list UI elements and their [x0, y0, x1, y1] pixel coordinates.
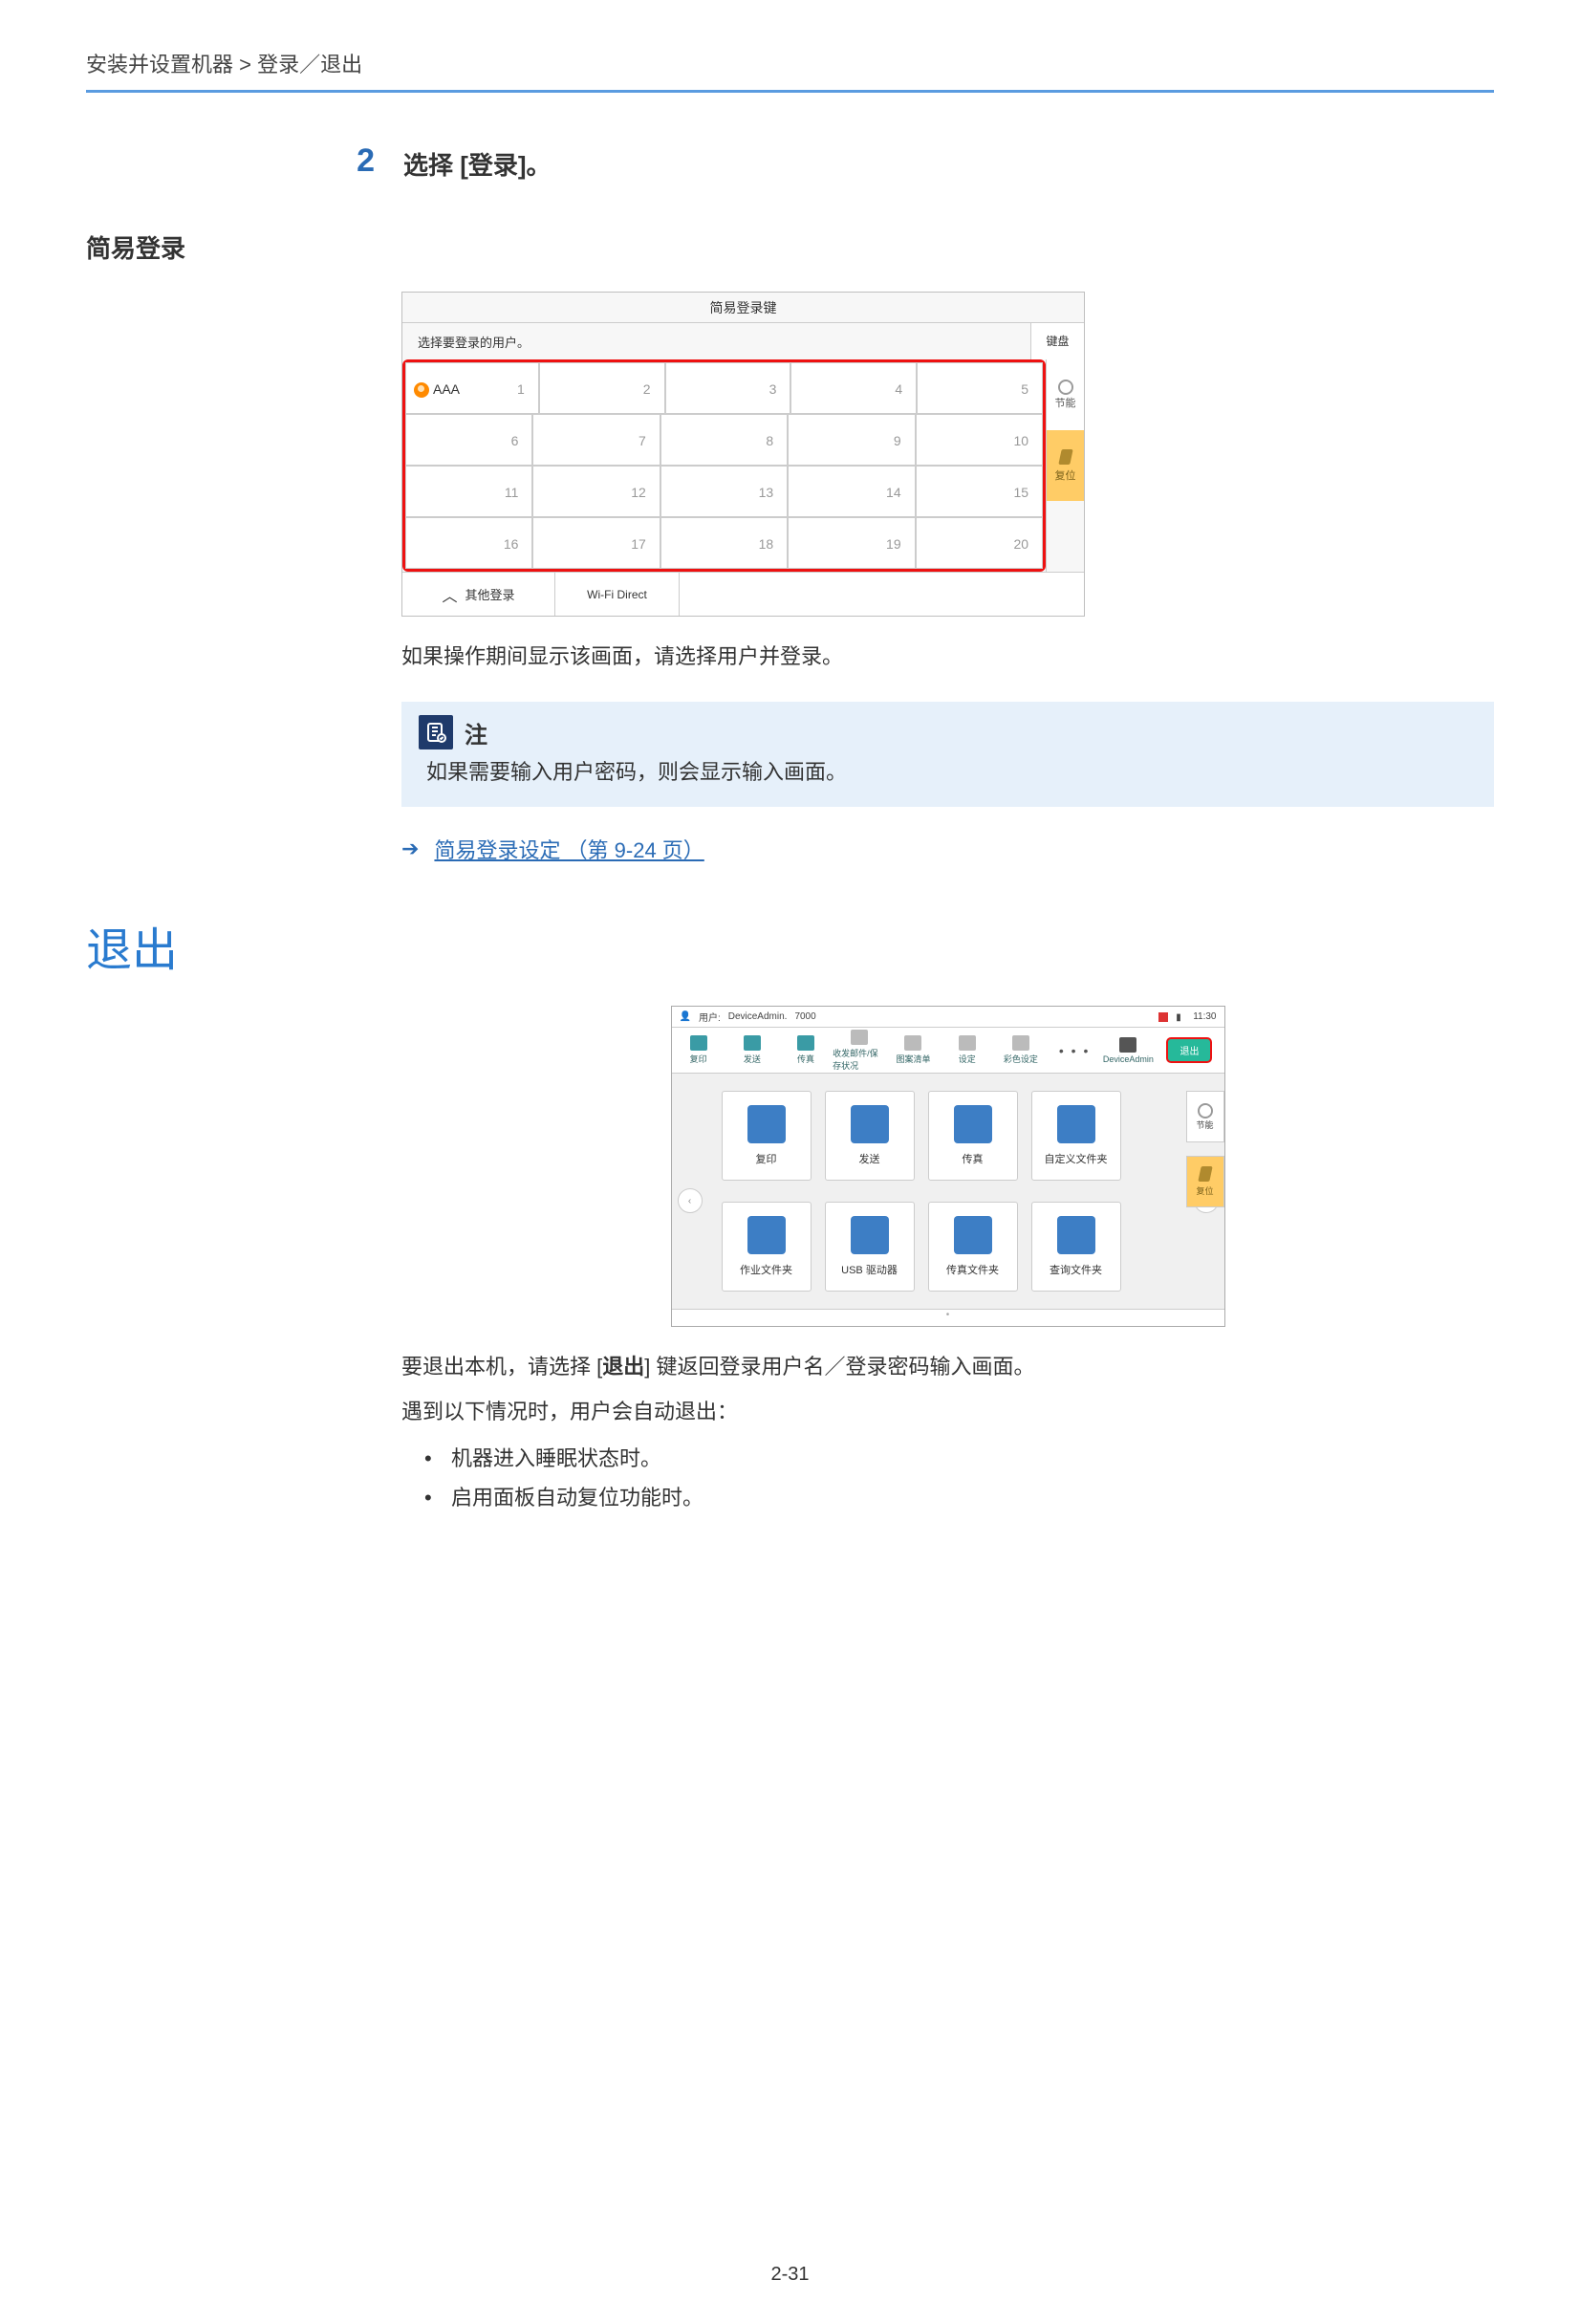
after-panel-text: 如果操作期间显示该画面，请选择用户并登录。	[401, 640, 1494, 673]
moon-icon	[1058, 380, 1073, 395]
arrow-right-icon: ➔	[401, 836, 419, 861]
user-20[interactable]: 20	[916, 517, 1043, 569]
nav-prev[interactable]: ‹	[678, 1188, 703, 1213]
user-19[interactable]: 19	[788, 517, 915, 569]
user-9[interactable]: 9	[788, 414, 915, 466]
user-14[interactable]: 14	[788, 466, 915, 517]
app-fax-box[interactable]: 传真文件夹	[928, 1202, 1018, 1292]
app-send[interactable]: 发送	[825, 1091, 915, 1181]
copy-icon	[747, 1105, 786, 1143]
note-icon	[419, 715, 453, 749]
user-11[interactable]: 11	[405, 466, 532, 517]
user-name: DeviceAdmin.	[728, 1011, 788, 1022]
logout-paragraph-1: 要退出本机，请选择 [退出] 键返回登录用户名／登录密码输入画面。	[401, 1350, 1494, 1383]
note-label: 注	[465, 716, 487, 749]
fax-icon	[954, 1105, 992, 1143]
bullet-1: 机器进入睡眠状态时。	[424, 1439, 1494, 1479]
poll-box-icon	[1057, 1216, 1095, 1254]
simple-login-heading: 简易登录	[86, 229, 1494, 265]
user-icon: 👤	[680, 1011, 691, 1022]
send-icon	[851, 1105, 889, 1143]
tool-more[interactable]: • • •	[1048, 1028, 1101, 1073]
bullet-2: 启用面板自动复位功能时。	[424, 1478, 1494, 1518]
logout-paragraph-2: 遇到以下情况时，用户会自动退出：	[401, 1395, 1494, 1428]
user-8[interactable]: 8	[660, 414, 788, 466]
bars-icon: ▮	[1176, 1012, 1185, 1022]
user-icon	[414, 382, 429, 398]
step-number: 2	[306, 142, 375, 182]
tool-send[interactable]: 发送	[725, 1028, 779, 1073]
app-copy[interactable]: 复印	[722, 1091, 812, 1181]
tool-admin[interactable]: DeviceAdmin	[1101, 1028, 1155, 1073]
tool-status[interactable]: 收发邮件/保存状况	[833, 1028, 886, 1073]
tool-settings[interactable]: 设定	[941, 1028, 994, 1073]
user-6[interactable]: 6	[405, 414, 532, 466]
breadcrumb: 安装并设置机器 > 登录／退出	[86, 48, 1494, 93]
home-panel: 👤 用户: DeviceAdmin. 7000 ▮ 11:30 复印 发送 传真…	[671, 1006, 1225, 1327]
folder-icon	[1057, 1105, 1095, 1143]
reset-icon	[1198, 1166, 1212, 1182]
toolbar: 复印 发送 传真 收发邮件/保存状况 图案清单 设定 彩色设定 • • • De…	[672, 1028, 1224, 1074]
user-7[interactable]: 7	[532, 414, 660, 466]
app-custom-box[interactable]: 自定义文件夹	[1031, 1091, 1121, 1181]
select-user-label: 选择要登录的用户。	[402, 333, 1030, 351]
usb-icon	[851, 1216, 889, 1254]
panel-title: 简易登录键	[402, 293, 1084, 323]
tool-copy[interactable]: 复印	[672, 1028, 725, 1073]
user-10[interactable]: 10	[916, 414, 1043, 466]
user-3[interactable]: 3	[665, 362, 791, 414]
counter: 7000	[794, 1011, 815, 1022]
chevron-up-icon: ︿	[442, 583, 457, 606]
user-16[interactable]: 16	[405, 517, 532, 569]
logout-heading: 退出	[86, 912, 1494, 979]
user-18[interactable]: 18	[660, 517, 788, 569]
app-job-box[interactable]: 作业文件夹	[722, 1202, 812, 1292]
app-poll-box[interactable]: 查询文件夹	[1031, 1202, 1121, 1292]
wifi-direct-button[interactable]: Wi-Fi Direct	[555, 573, 680, 616]
step-text: 选择 [登录]。	[403, 146, 552, 182]
fax-box-icon	[954, 1216, 992, 1254]
energy-saver-button-2[interactable]: 节能	[1186, 1091, 1224, 1142]
note-text: 如果需要输入用户密码，则会显示输入画面。	[419, 755, 1477, 786]
logout-bullets: 机器进入睡眠状态时。 启用面板自动复位功能时。	[401, 1439, 1494, 1519]
note-box: 注 如果需要输入用户密码，则会显示输入画面。	[401, 702, 1494, 807]
app-fax[interactable]: 传真	[928, 1091, 1018, 1181]
stop-icon	[1158, 1012, 1168, 1022]
energy-saver-button[interactable]: 节能	[1046, 359, 1084, 430]
tool-fax[interactable]: 传真	[779, 1028, 833, 1073]
keypad-button[interactable]: 键盘	[1030, 323, 1084, 359]
other-login-button[interactable]: ︿ 其他登录	[402, 573, 555, 616]
dots-icon: • • •	[1059, 1043, 1090, 1058]
user-grid: AAA 1 2 3 4 5 6 7 8 9 10	[402, 359, 1046, 572]
tool-color[interactable]: 彩色设定	[994, 1028, 1048, 1073]
user-15[interactable]: 15	[916, 466, 1043, 517]
job-box-icon	[747, 1216, 786, 1254]
user-12[interactable]: 12	[532, 466, 660, 517]
simple-login-settings-link[interactable]: 简易登录设定 （第 9-24 页）	[434, 834, 703, 864]
app-usb[interactable]: USB 驱动器	[825, 1202, 915, 1292]
user-label: 用户:	[699, 1010, 721, 1024]
user-5[interactable]: 5	[917, 362, 1043, 414]
page-indicator: •	[672, 1309, 1224, 1326]
user-1[interactable]: AAA 1	[405, 362, 539, 414]
page-number: 2-31	[86, 2264, 1494, 2286]
tool-pattern[interactable]: 图案清单	[886, 1028, 940, 1073]
moon-icon	[1198, 1103, 1213, 1119]
user-2[interactable]: 2	[539, 362, 665, 414]
reset-button-2[interactable]: 复位	[1186, 1156, 1224, 1207]
user-17[interactable]: 17	[532, 517, 660, 569]
clock: 11:30	[1193, 1011, 1216, 1022]
reset-icon	[1058, 449, 1072, 465]
user-13[interactable]: 13	[660, 466, 788, 517]
logout-button[interactable]: 退出	[1166, 1037, 1212, 1063]
user-4[interactable]: 4	[790, 362, 917, 414]
simple-login-panel: 简易登录键 选择要登录的用户。 键盘 AAA 1 2 3 4 5	[401, 292, 1085, 617]
step-2: 2 选择 [登录]。	[86, 142, 1494, 182]
reset-button[interactable]: 复位	[1046, 430, 1084, 501]
